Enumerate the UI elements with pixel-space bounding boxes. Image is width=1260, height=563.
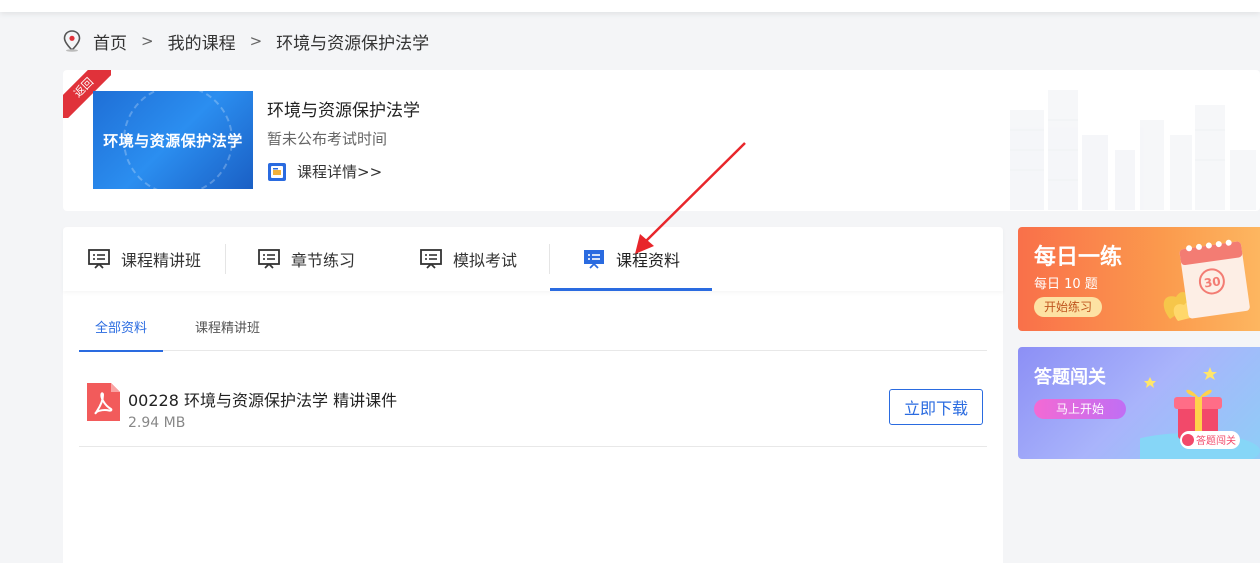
presentation-board-icon — [420, 249, 442, 269]
course-detail-label[interactable]: 课程详情>> — [297, 161, 382, 182]
file-name[interactable]: 00228 环境与资源保护法学 精讲课件 — [128, 387, 397, 411]
tab-label[interactable]: 课程精讲班 — [121, 247, 201, 271]
daily-practice-banner[interactable]: 30 每日一练 每日 10 题 开始练习 — [1018, 227, 1260, 331]
quiz-challenge-title: 答题闯关 — [1034, 367, 1106, 388]
calendar-illustration: 30 — [1163, 239, 1250, 321]
start-quiz-button[interactable]: 马上开始 — [1034, 399, 1126, 419]
subtab-lecture-class[interactable]: 课程精讲班 — [179, 315, 276, 351]
tab-label[interactable]: 模拟考试 — [453, 247, 517, 271]
gift-box-illustration: 答题闯关 — [1140, 367, 1260, 459]
breadcrumb-current-course: 环境与资源保护法学 — [276, 33, 430, 54]
course-detail-link[interactable]: 课程详情>> — [267, 161, 382, 182]
thumbnail-title: 环境与资源保护法学 — [103, 131, 243, 150]
location-pin-icon — [63, 30, 81, 52]
pdf-icon — [87, 383, 120, 421]
course-thumbnail: 环境与资源保护法学 — [93, 91, 253, 189]
breadcrumb-separator: > — [141, 32, 154, 50]
main-panel: 课程精讲班 章节练习 模拟考试 课程资料 全部资料 课程精讲班 00228 环境… — [63, 227, 1003, 563]
tab-label[interactable]: 章节练习 — [291, 247, 355, 271]
material-subtabs: 全部资料 课程精讲班 — [79, 315, 987, 352]
daily-practice-title: 每日一练 — [1034, 245, 1123, 270]
tab-label[interactable]: 课程资料 — [616, 247, 680, 271]
file-list-item: 00228 环境与资源保护法学 精讲课件 2.94 MB 立即下载 — [79, 371, 987, 447]
breadcrumb-my-courses[interactable]: 我的课程 — [168, 29, 236, 54]
tab-lecture-class[interactable]: 课程精讲班 — [63, 227, 225, 291]
quiz-challenge-banner[interactable]: 答题闯关 答题闯关 马上开始 — [1018, 347, 1260, 459]
exam-time-text: 暂未公布考试时间 — [267, 130, 388, 148]
quiz-badge-label: 答题闯关 — [1196, 434, 1236, 447]
subtab-all-materials[interactable]: 全部资料 — [79, 315, 164, 352]
course-title: 环境与资源保护法学 — [267, 101, 420, 121]
file-size: 2.94 MB — [128, 415, 186, 431]
presentation-board-icon — [583, 250, 604, 269]
breadcrumb: 首页 > 我的课程 > 环境与资源保护法学 — [63, 28, 429, 54]
breadcrumb-separator: > — [249, 32, 263, 50]
tab-course-materials[interactable]: 课程资料 — [550, 227, 712, 291]
tab-chapter-practice[interactable]: 章节练习 — [226, 227, 386, 291]
download-button[interactable]: 立即下载 — [889, 389, 983, 425]
breadcrumb-home[interactable]: 首页 — [93, 29, 127, 54]
calendar-day: 30 — [1203, 274, 1221, 290]
start-practice-button[interactable]: 开始练习 — [1034, 297, 1103, 317]
top-bar — [0, 0, 1260, 12]
presentation-board-icon — [88, 249, 110, 269]
city-skyline-decoration — [1010, 90, 1256, 210]
course-header-card: 返回 环境与资源保护法学 环境与资源保护法学 暂未公布考试时间 课程详情>> — [63, 70, 1260, 211]
presentation-board-icon — [258, 249, 280, 269]
daily-practice-subtitle: 每日 10 题 — [1034, 277, 1098, 292]
course-tabs: 课程精讲班 章节练习 模拟考试 课程资料 — [63, 227, 1003, 291]
course-detail-icon — [268, 162, 286, 181]
tab-mock-exam[interactable]: 模拟考试 — [387, 227, 549, 291]
